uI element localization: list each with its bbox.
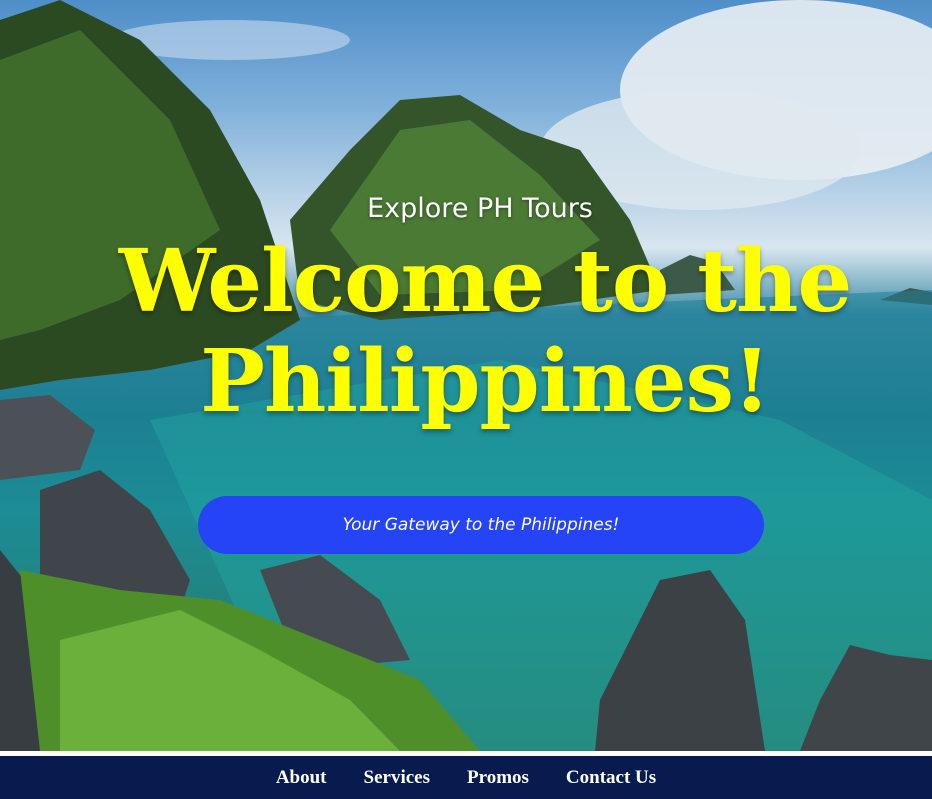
gateway-button[interactable]: Your Gateway to the Philippines! <box>198 496 764 554</box>
nav-link-promos[interactable]: Promos <box>467 767 529 789</box>
nav-link-services[interactable]: Services <box>364 767 430 789</box>
bottom-navbar: About Services Promos Contact Us <box>0 756 932 799</box>
nav-link-contact-us[interactable]: Contact Us <box>566 767 656 789</box>
brand-title: Explore PH Tours <box>367 193 593 224</box>
nav-link-about[interactable]: About <box>276 767 327 789</box>
hero-section: Explore PH Tours Welcome to the Philippi… <box>0 0 932 751</box>
hero-headline: Welcome to the Philippines! <box>118 231 852 432</box>
